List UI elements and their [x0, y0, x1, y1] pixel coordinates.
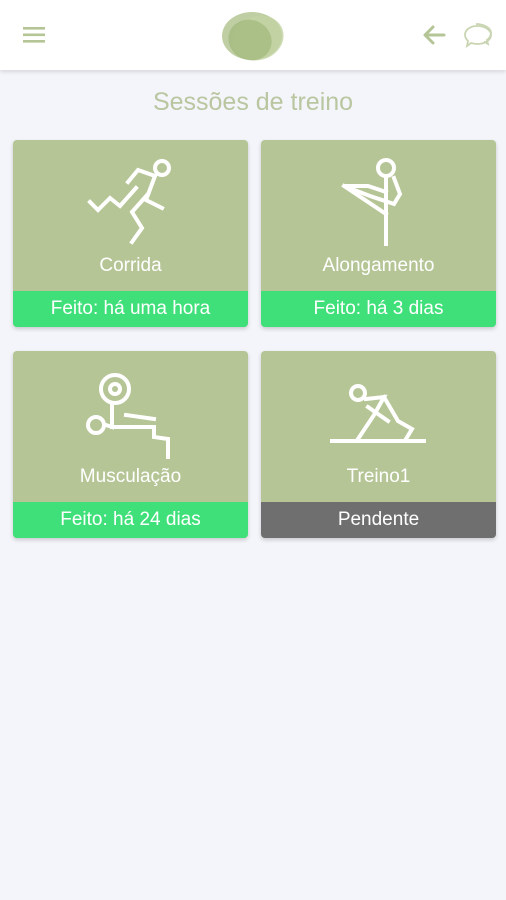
session-card-treino1[interactable]: Treino1 Pendente	[261, 351, 496, 538]
app-logo	[222, 12, 284, 61]
exercise-icon	[330, 384, 426, 443]
top-app-bar	[0, 0, 506, 70]
session-name: Alongamento	[322, 255, 435, 276]
page-title: Sessões de treino	[152, 88, 354, 116]
session-status: Pendente	[261, 502, 496, 538]
weightlifting-icon	[86, 373, 170, 459]
session-status: Feito: há 24 dias	[13, 502, 248, 538]
session-card-musculacao[interactable]: Musculação Feito: há 24 dias	[13, 351, 248, 538]
session-card-alongamento[interactable]: Alongamento Feito: há 3 dias	[261, 140, 496, 327]
session-name: Corrida	[99, 255, 162, 276]
hamburger-menu-icon[interactable]	[20, 22, 50, 48]
back-arrow-icon[interactable]	[420, 22, 450, 48]
session-card-corrida[interactable]: Corrida Feito: há uma hora	[13, 140, 248, 327]
stretching-icon	[341, 158, 403, 246]
chat-icon[interactable]	[462, 20, 494, 50]
running-icon	[87, 159, 171, 245]
session-name: Treino1	[346, 466, 411, 487]
session-name: Musculação	[79, 466, 182, 487]
session-status: Feito: há uma hora	[13, 291, 248, 327]
session-status: Feito: há 3 dias	[261, 291, 496, 327]
